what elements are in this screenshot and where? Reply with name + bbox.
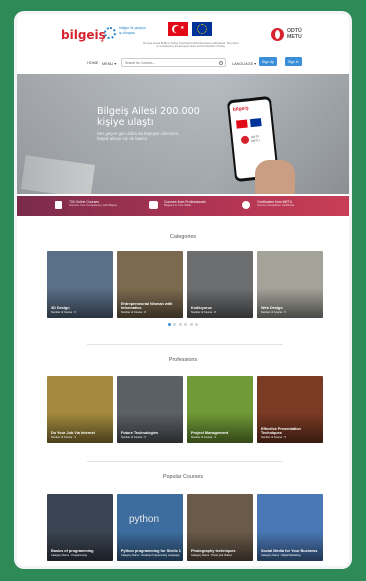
logo-bar: bilgeiş bilgiye ilk geçişin iş dünyası ★… bbox=[17, 14, 349, 54]
language-dropdown[interactable]: LANGUAGE ▾ bbox=[232, 61, 256, 66]
course-card[interactable]: Photography techniques Category Name : Ph… bbox=[187, 494, 253, 561]
profession-card[interactable]: Effective Presentation Techniques Number … bbox=[257, 376, 323, 443]
turkey-flag-icon: ★ bbox=[168, 22, 188, 36]
page-frame: bilgeiş bilgiye ilk geçişin iş dünyası ★… bbox=[14, 11, 352, 569]
categories-row: 3D Design Number of Course : 6 Entreprene… bbox=[47, 251, 323, 318]
profession-card[interactable]: Future Technologies Number of Course : 5 bbox=[117, 376, 183, 443]
sign-up-button[interactable]: Sign Up bbox=[259, 57, 278, 66]
book-icon bbox=[55, 201, 62, 209]
phone-metu-logo-icon bbox=[240, 135, 250, 145]
phone-metu-text: ODTÜ METU bbox=[250, 134, 260, 143]
category-card[interactable]: Kodluyoruz Number of Course : 8 bbox=[187, 251, 253, 318]
carousel-dot[interactable] bbox=[195, 323, 199, 326]
carousel-dot[interactable] bbox=[178, 323, 182, 326]
funding-text: Bu proje Avrupa Birliği ve Türkiye Cumhu… bbox=[143, 42, 239, 49]
phone-eu-flag-icon bbox=[249, 118, 262, 128]
course-card[interactable]: python Python programming for Shells 1 Ca… bbox=[117, 494, 183, 561]
feature-item: Courses from Professionals Bilgeiş For Y… bbox=[164, 200, 206, 208]
course-card[interactable]: Basics of programming Category Name : Pro… bbox=[47, 494, 113, 561]
search-box bbox=[121, 58, 226, 67]
bilgeis-dots-icon bbox=[104, 27, 116, 39]
bilgeis-tagline: bilgiye ilk geçişin iş dünyası bbox=[119, 26, 146, 35]
carousel-dot[interactable] bbox=[184, 323, 188, 326]
course-card[interactable]: Social Media for Your Business Category N… bbox=[257, 494, 323, 561]
categories-title: Categories bbox=[169, 234, 197, 240]
popular-courses-row: Basics of programming Category Name : Pro… bbox=[47, 494, 323, 561]
nav-home-link[interactable]: HOME bbox=[87, 61, 98, 65]
professions-row: Do Your Job Via Internet Number of Course… bbox=[47, 376, 323, 443]
category-card[interactable]: Entrepreneurial Woman with Informatics Nu… bbox=[117, 251, 183, 318]
metu-logo-icon[interactable] bbox=[271, 28, 284, 41]
feature-item: Certificates from METU Course Completion… bbox=[257, 200, 295, 208]
hero-banner[interactable]: Bilgeiş Ailesi 200.000 kişiye ulaştı Her… bbox=[17, 74, 349, 194]
category-card[interactable]: 3D Design Number of Course : 6 bbox=[47, 251, 113, 318]
carousel-dot[interactable] bbox=[173, 323, 177, 326]
professional-icon bbox=[149, 201, 158, 209]
popular-courses-title: Popular Courses bbox=[162, 474, 204, 480]
hero-title: Bilgeiş Ailesi 200.000 kişiye ulaştı bbox=[97, 106, 200, 128]
carousel-dot[interactable] bbox=[167, 323, 171, 326]
sign-in-button[interactable]: Sign In bbox=[285, 57, 302, 66]
carousel-dot[interactable] bbox=[189, 323, 193, 326]
features-strip: 700 Online Courses Improve Your Competen… bbox=[17, 196, 349, 216]
page: bilgeiş bilgiye ilk geçişin iş dünyası ★… bbox=[17, 14, 349, 566]
category-card[interactable]: Web Design Number of Course : 5 bbox=[257, 251, 323, 318]
professions-title: Professions bbox=[168, 357, 198, 363]
phone-turkey-flag-icon bbox=[235, 119, 248, 129]
feature-item: 700 Online Courses Improve Your Competen… bbox=[69, 200, 117, 208]
profession-card[interactable]: Project Management Number of Course : 4 bbox=[187, 376, 253, 443]
metu-logo-text: ODTÜ METU bbox=[287, 28, 302, 40]
hero-hand-image bbox=[255, 160, 295, 194]
divider bbox=[87, 461, 283, 462]
profession-card[interactable]: Do Your Job Via Internet Number of Course… bbox=[47, 376, 113, 443]
top-nav: HOME MENU ▾ LANGUAGE ▾ Sign Up Sign In bbox=[17, 57, 349, 71]
certificate-icon bbox=[242, 201, 250, 209]
python-logo-text: python bbox=[129, 514, 160, 525]
hero-subtitle: Her geçen gün daha da büyüyen ailemize, … bbox=[97, 131, 180, 142]
divider bbox=[87, 344, 283, 345]
search-icon[interactable] bbox=[219, 61, 223, 65]
eu-flag-icon bbox=[192, 22, 212, 36]
bilgeis-logo[interactable]: bilgeiş bbox=[61, 28, 106, 42]
search-input[interactable] bbox=[125, 60, 215, 66]
categories-carousel-dots bbox=[17, 323, 349, 326]
phone-brand: bilgeiş bbox=[232, 105, 249, 113]
nav-menu-dropdown[interactable]: MENU ▾ bbox=[102, 61, 116, 66]
